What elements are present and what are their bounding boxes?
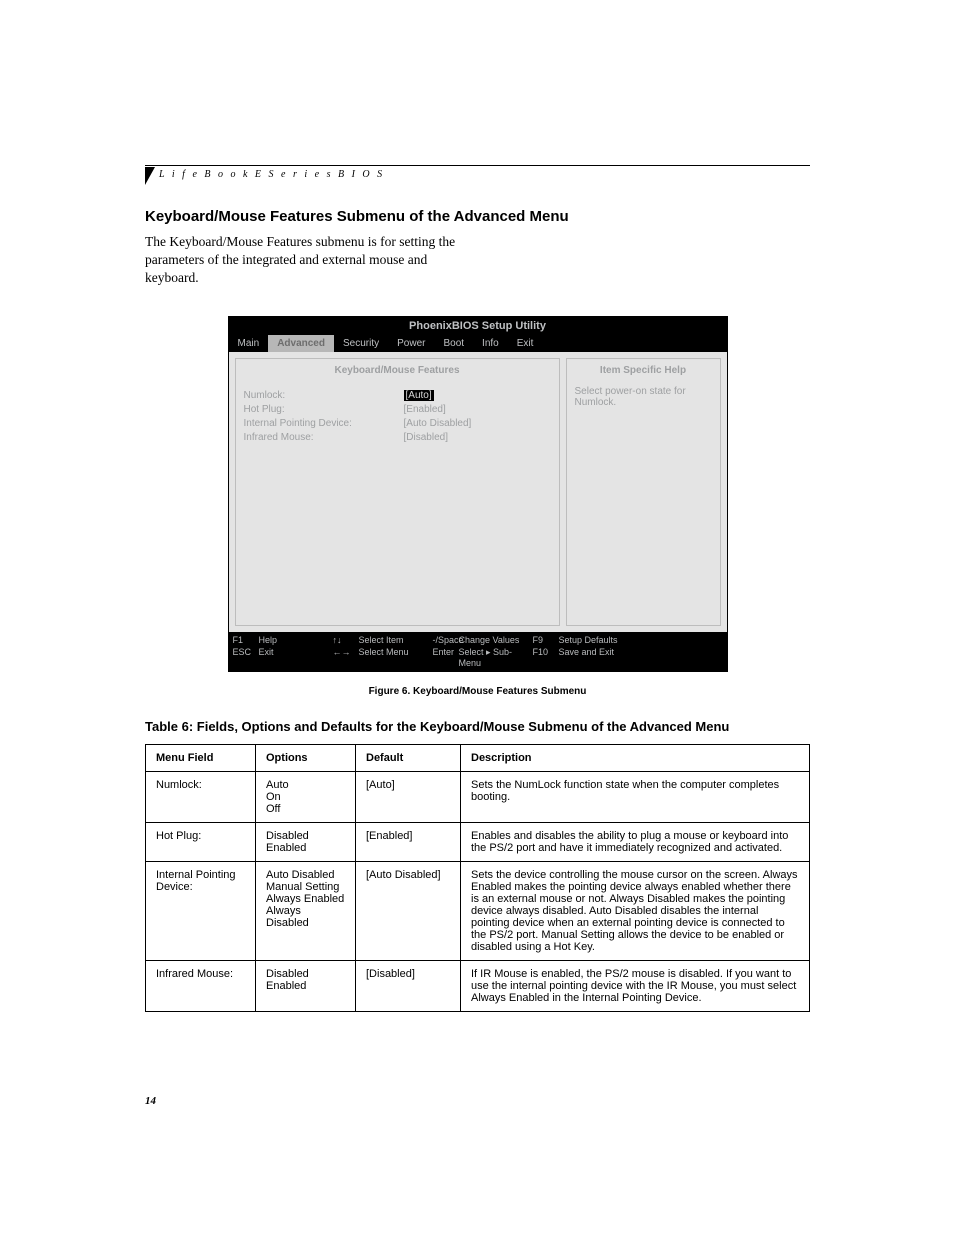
table-cell: Hot Plug: [146,822,256,861]
bios-tab-bar: MainAdvancedSecurityPowerBootInfoExit [229,335,727,352]
bios-tab: Security [334,335,388,352]
bios-help-panel: Item Specific Help Select power-on state… [566,358,721,626]
table-title: Table 6: Fields, Options and Defaults fo… [145,719,810,734]
table-cell: Internal Pointing Device: [146,861,256,960]
bios-panel-title: Keyboard/Mouse Features [244,365,551,376]
table-row: Numlock:Auto On Off[Auto]Sets the NumLoc… [146,771,810,822]
bios-hotkey: ↑↓ [333,635,359,645]
table-row: Internal Pointing Device:Auto Disabled M… [146,861,810,960]
table-cell: Auto Disabled Manual Setting Always Enab… [256,861,356,960]
table-header: Options [256,744,356,771]
figure-caption: Figure 6. Keyboard/Mouse Features Submen… [145,686,810,697]
bios-hotkey-label: Change Values [459,635,533,645]
bios-hotkey-label: Select Item [359,635,433,645]
table-cell: [Enabled] [356,822,461,861]
bios-field-row: Numlock:[Auto] [244,390,551,401]
bios-hotkey: ←→ [333,647,359,668]
intro-paragraph: The Keyboard/Mouse Features submenu is f… [145,233,475,288]
table-header: Default [356,744,461,771]
bios-tab: Boot [434,335,473,352]
table-header: Description [461,744,810,771]
bios-tab: Advanced [268,335,334,352]
bios-help-text: Select power-on state for Numlock. [575,386,712,408]
bios-field-row: Hot Plug:[Enabled] [244,404,551,415]
table-cell: Sets the device controlling the mouse cu… [461,861,810,960]
page-number: 14 [145,1095,156,1107]
bios-left-panel: Keyboard/Mouse Features Numlock:[Auto]Ho… [235,358,560,626]
bios-help-title: Item Specific Help [575,365,712,376]
bios-hotkey-label: Select Menu [359,647,433,668]
table-cell: Auto On Off [256,771,356,822]
table-cell: Infrared Mouse: [146,960,256,1011]
section-heading: Keyboard/Mouse Features Submenu of the A… [145,208,810,225]
bios-hotkey: F1 [233,635,259,645]
table-cell: Enables and disables the ability to plug… [461,822,810,861]
bios-field-label: Numlock: [244,390,404,401]
bios-field-label: Internal Pointing Device: [244,418,404,429]
table-cell: [Disabled] [356,960,461,1011]
bios-tab: Info [473,335,508,352]
page-header-rule: L i f e B o o k E S e r i e s B I O S [145,165,810,180]
bios-screenshot: PhoenixBIOS Setup Utility MainAdvancedSe… [228,316,728,672]
bios-field-value: [Auto Disabled] [404,418,472,429]
table-cell: Disabled Enabled [256,822,356,861]
table-cell: Disabled Enabled [256,960,356,1011]
table-row: Infrared Mouse:Disabled Enabled[Disabled… [146,960,810,1011]
bios-tab: Main [229,335,269,352]
bios-hotkey: -/Space [433,635,459,645]
bios-title: PhoenixBIOS Setup Utility [229,317,727,335]
table-header: Menu Field [146,744,256,771]
bios-hotkey: ESC [233,647,259,668]
bios-field-value: [Auto] [404,390,434,401]
bios-tab: Exit [508,335,543,352]
bios-tab: Power [388,335,434,352]
bios-hotkey-label: Help [259,635,333,645]
bios-hotkey: Enter [433,647,459,668]
bios-hotkey: F10 [533,647,559,668]
table-cell: Numlock: [146,771,256,822]
bios-field-label: Hot Plug: [244,404,404,415]
bios-field-row: Infrared Mouse:[Disabled] [244,432,551,443]
bios-field-value: [Enabled] [404,404,446,415]
header-triangle-icon [145,167,155,185]
bios-hotkey-label: Setup Defaults [559,635,633,645]
bios-hotkey-label: Select ▸ Sub-Menu [459,647,533,668]
bios-hotkey: F9 [533,635,559,645]
bios-footer: F1Help↑↓Select Item-/SpaceChange ValuesF… [229,632,727,671]
running-header: L i f e B o o k E S e r i e s B I O S [145,169,810,180]
bios-hotkey-label: Save and Exit [559,647,633,668]
bios-field-label: Infrared Mouse: [244,432,404,443]
table-cell: [Auto Disabled] [356,861,461,960]
table-cell: If IR Mouse is enabled, the PS/2 mouse i… [461,960,810,1011]
bios-field-value: [Disabled] [404,432,448,443]
table-cell: [Auto] [356,771,461,822]
table-cell: Sets the NumLock function state when the… [461,771,810,822]
options-table: Menu FieldOptionsDefaultDescription Numl… [145,744,810,1012]
table-row: Hot Plug:Disabled Enabled[Enabled]Enable… [146,822,810,861]
bios-hotkey-label: Exit [259,647,333,668]
bios-field-row: Internal Pointing Device:[Auto Disabled] [244,418,551,429]
